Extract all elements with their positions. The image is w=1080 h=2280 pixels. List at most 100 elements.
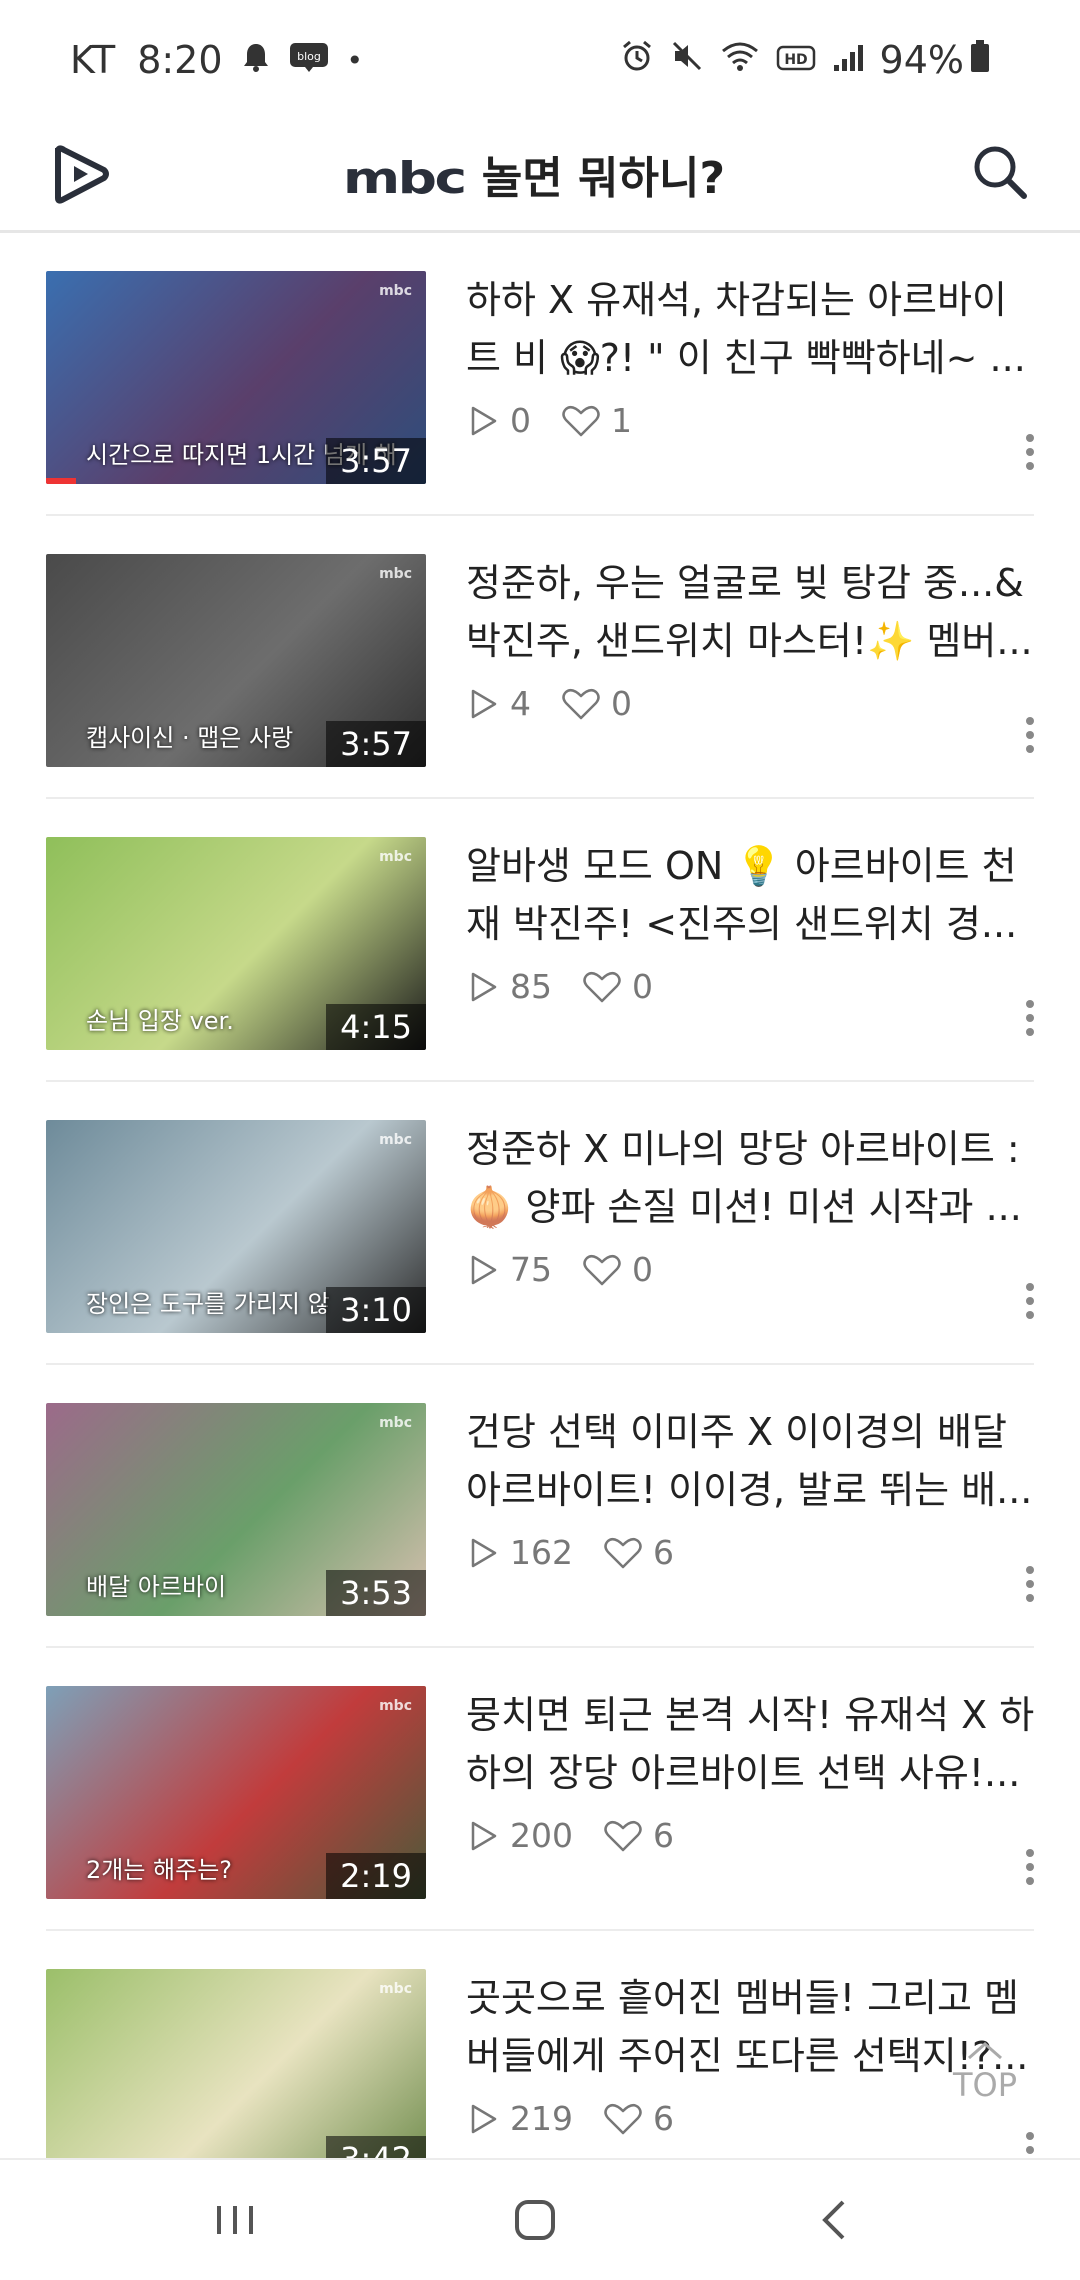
video-thumbnail[interactable]: mbc 장인은 도구를 가리지 않 3:10 <box>46 1120 426 1333</box>
heart-icon <box>583 1254 621 1285</box>
status-right: HD 94% <box>604 38 990 82</box>
video-item[interactable]: mbc 시간으로 따지면 1시간 넘게 해 3:57 하하 X 유재석, 차감되… <box>0 233 1080 516</box>
view-count: 200 <box>510 1816 573 1855</box>
like-count: 1 <box>611 401 632 440</box>
status-left: KT 8:20 blog • <box>70 38 363 82</box>
view-count: 75 <box>510 1250 552 1289</box>
mbc-watermark: mbc <box>379 1981 412 1997</box>
view-count: 85 <box>510 967 552 1006</box>
system-nav-bar <box>0 2158 1080 2280</box>
video-item[interactable]: mbc 배달 아르바이 3:53 건당 선택 이미주 X 이이경의 배달 아르바… <box>0 1365 1080 1648</box>
mbc-watermark: mbc <box>379 283 412 299</box>
play-count-icon <box>471 1821 497 1850</box>
mbc-watermark: mbc <box>379 1415 412 1431</box>
home-button[interactable] <box>505 2190 565 2250</box>
thumbnail-caption: 캡사이신 · 맵은 사랑 <box>86 724 294 752</box>
mbc-watermark: mbc <box>379 1698 412 1714</box>
video-item[interactable]: mbc 캡사이신 · 맵은 사랑 3:57 정준하, 우는 얼굴로 빚 탕감 중… <box>0 516 1080 799</box>
more-options-button[interactable] <box>1020 994 1040 1044</box>
program-title: 놀면 뭐하니? <box>481 153 725 204</box>
like-count: 0 <box>632 1250 653 1289</box>
scroll-to-top-button[interactable]: TOP <box>930 2040 1040 2110</box>
video-stats: 219 6 <box>466 2099 704 2138</box>
svg-text:HD: HD <box>784 52 807 68</box>
more-options-button[interactable] <box>1020 711 1040 761</box>
mute-icon <box>670 38 704 82</box>
search-icon <box>974 146 1027 199</box>
video-duration: 4:15 <box>326 1004 426 1050</box>
video-title[interactable]: 건당 선택 이미주 X 이이경의 배달 아르바이트! 이이경, 발로 뛰는 배.… <box>466 1403 1036 1519</box>
like-count: 0 <box>632 967 653 1006</box>
video-item[interactable]: mbc 2개는 해주는? 2:19 뭉치면 퇴근 본격 시작! 유재석 X 하하… <box>0 1648 1080 1931</box>
play-count-icon <box>471 406 497 435</box>
battery-percent: 94% <box>879 38 964 82</box>
play-count-icon <box>471 689 497 718</box>
mbc-watermark: mbc <box>379 849 412 865</box>
video-item[interactable]: mbc 장인은 도구를 가리지 않 3:10 정준하 X 미나의 망당 아르바이… <box>0 1082 1080 1365</box>
mbc-watermark: mbc <box>379 1132 412 1148</box>
play-count-icon <box>471 1255 497 1284</box>
thumbnail-caption: 2개는 해주는? <box>86 1856 233 1884</box>
more-options-button[interactable] <box>1020 1560 1040 1610</box>
video-title[interactable]: 뭉치면 퇴근 본격 시작! 유재석 X 하하의 장당 아르바이트 선택 사유!.… <box>466 1686 1036 1802</box>
view-count: 4 <box>510 684 531 723</box>
back-icon <box>822 2200 845 2240</box>
search-button[interactable] <box>968 140 1032 204</box>
video-duration: 3:10 <box>326 1287 426 1333</box>
thumbnail-caption: 배달 아르바이 <box>86 1573 227 1601</box>
like-count: 6 <box>653 1533 674 1572</box>
page-title: mbc 놀면 뭐하니? <box>0 142 1080 206</box>
heart-icon <box>583 971 621 1002</box>
video-stats: 162 6 <box>466 1533 704 1572</box>
video-thumbnail[interactable]: mbc 3:42 <box>46 1969 426 2182</box>
like-count: 6 <box>653 2099 674 2138</box>
heart-icon <box>604 2103 642 2134</box>
status-bar: KT 8:20 blog • HD 94% <box>0 0 1080 120</box>
dot-icon: • <box>346 43 364 77</box>
like-count: 6 <box>653 1816 674 1855</box>
video-title[interactable]: 하하 X 유재석, 차감되는 아르바이트 비 😱?! " 이 친구 빡빡하네~ … <box>466 271 1036 387</box>
play-count-icon <box>471 972 497 1001</box>
heart-icon <box>604 1820 642 1851</box>
video-stats: 85 0 <box>466 967 683 1006</box>
video-thumbnail[interactable]: mbc 손님 입장 ver. 4:15 <box>46 837 426 1050</box>
video-title[interactable]: 알바생 모드 ON 💡 아르바이트 천재 박진주! <진주의 샌드위치 경... <box>466 837 1036 953</box>
more-options-button[interactable] <box>1020 1843 1040 1893</box>
video-stats: 200 6 <box>466 1816 704 1855</box>
video-duration: 3:57 <box>326 438 426 484</box>
more-options-button[interactable] <box>1020 428 1040 478</box>
top-button-label: TOP <box>952 2066 1018 2104</box>
thumbnail-caption: 장인은 도구를 가리지 않 <box>86 1290 330 1318</box>
chevron-up-icon <box>968 2042 1002 2060</box>
video-duration: 3:57 <box>326 721 426 767</box>
video-thumbnail[interactable]: mbc 배달 아르바이 3:53 <box>46 1403 426 1616</box>
bell-icon <box>241 38 271 82</box>
video-item[interactable]: mbc 손님 입장 ver. 4:15 알바생 모드 ON 💡 아르바이트 천재… <box>0 799 1080 1082</box>
home-icon <box>515 2200 555 2240</box>
play-count-icon <box>471 1538 497 1567</box>
video-thumbnail[interactable]: mbc 캡사이신 · 맵은 사랑 3:57 <box>46 554 426 767</box>
video-thumbnail[interactable]: mbc 시간으로 따지면 1시간 넘게 해 3:57 <box>46 271 426 484</box>
video-stats: 0 1 <box>466 401 662 440</box>
recents-button[interactable] <box>205 2190 265 2250</box>
heart-icon <box>562 688 600 719</box>
heart-icon <box>562 405 600 436</box>
like-count: 0 <box>611 684 632 723</box>
more-options-button[interactable] <box>1020 1277 1040 1327</box>
video-title[interactable]: 정준하, 우는 얼굴로 빚 탕감 중...& 박진주, 샌드위치 마스터!✨ 멤… <box>466 554 1036 670</box>
video-duration: 2:19 <box>326 1853 426 1899</box>
video-list: mbc 시간으로 따지면 1시간 넘게 해 3:57 하하 X 유재석, 차감되… <box>0 233 1080 2214</box>
wifi-icon <box>720 38 760 82</box>
app-bar: mbc 놀면 뭐하니? <box>0 120 1080 233</box>
back-button[interactable] <box>805 2190 865 2250</box>
view-count: 162 <box>510 1533 573 1572</box>
clock: 8:20 <box>137 38 223 82</box>
video-thumbnail[interactable]: mbc 2개는 해주는? 2:19 <box>46 1686 426 1899</box>
thumbnail-caption: 손님 입장 ver. <box>86 1007 234 1035</box>
mbc-watermark: mbc <box>379 566 412 582</box>
video-title[interactable]: 정준하 X 미나의 망당 아르바이트 : 🧅 양파 손질 미션! 미션 시작과 … <box>466 1120 1036 1236</box>
signal-icon <box>832 38 864 82</box>
carrier-label: KT <box>70 38 116 82</box>
video-duration: 3:53 <box>326 1570 426 1616</box>
battery-icon <box>970 38 990 82</box>
